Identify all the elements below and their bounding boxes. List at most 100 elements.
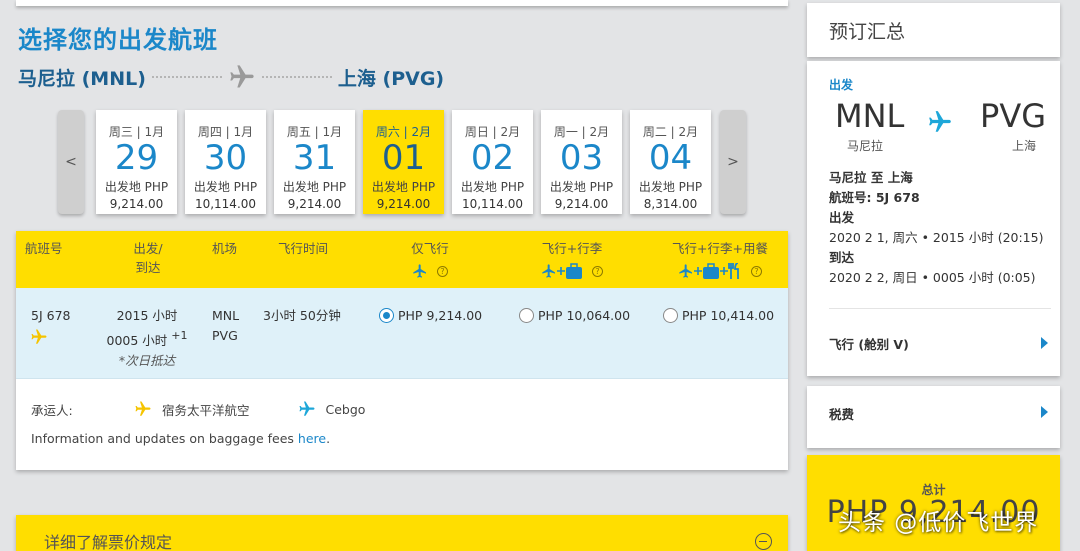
destination-city: 上海 (PVG) <box>337 67 445 90</box>
airport-from: MNL <box>212 308 240 323</box>
carrier-cebgo: Cebgo <box>298 400 366 418</box>
plus-icon <box>720 267 728 275</box>
luggage-icon <box>703 263 719 279</box>
date-weekday: 周三 | 1月 <box>108 125 165 139</box>
date-from-label: 出发地 PHP <box>104 180 169 194</box>
date-price: 10,114.00 <box>461 197 524 211</box>
date-price: 9,214.00 <box>554 197 609 211</box>
summary-header: 预订汇总 <box>807 3 1060 57</box>
date-selector: < 周三 | 1月 29 出发地 PHP 9,214.00 周四 | 1月 30 出发地 P… <box>58 110 746 216</box>
summary-fare-class[interactable]: 飞行 (舱别 V) <box>829 334 909 353</box>
carrier-name: Cebgo <box>325 401 366 417</box>
fare-radio-fly-bag[interactable] <box>519 308 534 323</box>
baggage-text: Information and updates on baggage fees <box>31 431 298 446</box>
date-card[interactable]: 周五 | 1月 31 出发地 PHP 9,214.00 <box>274 110 355 214</box>
header-fare-fly-icons: ? <box>390 263 470 279</box>
header-fare-fly-bag-label: 飞行+行李 <box>541 241 603 256</box>
header-fare-fly-bag: 飞行+行李 ? <box>518 239 626 279</box>
date-from-label: 出发地 PHP <box>638 180 703 194</box>
arrive-day-offset: +1 <box>171 329 188 342</box>
summary-from-city: 马尼拉 <box>847 139 884 153</box>
date-from-label: 出发地 PHP <box>549 180 614 194</box>
info-icon[interactable]: ? <box>592 265 603 277</box>
header-airport: 机场 <box>212 241 238 256</box>
table-row: 5J 678 2015 小时 0005 小时 +1 *次日抵达 MNL PVG … <box>16 288 788 379</box>
summary-flight-number: 航班号: 5J 678 <box>829 190 920 205</box>
cutlery-icon <box>728 263 739 279</box>
date-card[interactable]: 周三 | 1月 29 出发地 PHP 9,214.00 <box>96 110 177 214</box>
chevron-right-icon[interactable] <box>1041 337 1048 349</box>
carrier-name: 宿务太平洋航空 <box>162 402 250 418</box>
summary-arrive-label: 到达 <box>829 250 855 265</box>
date-weekday: 周日 | 2月 <box>464 125 521 139</box>
header-flight-no: 航班号 <box>25 241 63 256</box>
header-depart: 出发/ <box>133 241 163 256</box>
date-day: 29 <box>114 138 159 178</box>
plus-icon <box>557 267 565 275</box>
date-weekday: 周一 | 2月 <box>553 125 610 139</box>
airport-to: PVG <box>212 328 238 343</box>
header-fare-fly-bag-meal-label: 飞行+行李+用餐 <box>672 241 768 256</box>
summary-depart-time: 2020 2 1, 周六 • 2015 小时 (20:15) <box>829 230 1044 245</box>
date-day: 04 <box>648 138 693 178</box>
date-card[interactable]: 周六 | 2月 01 出发地 PHP 9,214.00 <box>363 110 444 214</box>
date-weekday: 周五 | 1月 <box>286 125 343 139</box>
fare-rules-accordion[interactable]: 详细了解票价规定 <box>16 515 788 551</box>
header-fare-fly-bag-meal: 飞行+行李+用餐 ? <box>656 239 784 279</box>
fare-option-fly[interactable]: PHP 9,214.00 <box>379 306 482 326</box>
next-day-note: *次日抵达 <box>118 353 176 368</box>
prev-dates-button[interactable]: < <box>58 110 84 214</box>
booking-summary: 预订汇总 出发 MNL 马尼拉 PVG 上海 马尼拉 至 上海 航班号: 5J … <box>807 3 1060 551</box>
fare-radio-fly-bag-meal[interactable] <box>663 308 678 323</box>
header-depart-arrive: 出发/ 到达 <box>118 239 178 277</box>
arrive-time: 0005 小时 <box>106 333 168 348</box>
date-card[interactable]: 周一 | 2月 03 出发地 PHP 9,214.00 <box>541 110 622 214</box>
origin-city: 马尼拉 (MNL) <box>18 67 146 90</box>
header-fare-fly-bag-meal-icons: ? <box>656 263 784 279</box>
next-dates-button[interactable]: > <box>720 110 746 214</box>
date-day: 02 <box>470 138 515 178</box>
date-card[interactable]: 周四 | 1月 30 出发地 PHP 10,114.00 <box>185 110 266 214</box>
info-icon[interactable]: ? <box>751 265 762 277</box>
airplane-icon <box>679 264 692 278</box>
collapse-icon[interactable] <box>755 533 772 550</box>
luggage-icon <box>566 263 582 279</box>
summary-flight-card: 出发 MNL 马尼拉 PVG 上海 马尼拉 至 上海 航班号: 5J 678 出… <box>807 61 1060 376</box>
date-from-label: 出发地 PHP <box>371 180 436 194</box>
header-fare-fly: 仅飞行 ? <box>390 239 470 279</box>
info-icon[interactable]: ? <box>437 265 448 277</box>
airports: MNL PVG <box>212 306 239 346</box>
summary-departure-label: 出发 <box>829 78 854 92</box>
airplane-icon <box>230 65 254 88</box>
summary-arrive-time: 2020 2 2, 周日 • 0005 小时 (0:05) <box>829 270 1036 285</box>
date-price: 8,314.00 <box>643 197 698 211</box>
summary-route: 马尼拉 至 上海 <box>829 170 913 185</box>
watermark: 头条 @低价飞世界 <box>838 510 1039 536</box>
carrier-label: 承运人: <box>31 402 73 418</box>
date-price: 9,214.00 <box>287 197 342 211</box>
date-card[interactable]: 周二 | 2月 04 出发地 PHP 8,314.00 <box>630 110 711 214</box>
chevron-right-icon[interactable] <box>1041 406 1048 418</box>
page-title: 选择您的出发航班 <box>18 26 218 54</box>
baggage-info: Information and updates on baggage fees … <box>31 431 330 446</box>
header-duration: 飞行时间 <box>278 241 329 256</box>
baggage-link[interactable]: here <box>298 431 326 446</box>
date-weekday: 周六 | 2月 <box>375 125 432 139</box>
date-day: 30 <box>203 138 248 178</box>
plus-icon <box>694 267 702 275</box>
summary-tax-card[interactable]: 税费 <box>807 386 1060 448</box>
fare-radio-fly[interactable] <box>379 308 394 323</box>
date-card[interactable]: 周日 | 2月 02 出发地 PHP 10,114.00 <box>452 110 533 214</box>
airplane-icon <box>31 329 47 344</box>
fare-rules-label: 详细了解票价规定 <box>44 533 173 551</box>
carrier-info: 承运人: 宿务太平洋航空 Cebgo <box>31 399 413 419</box>
date-day: 03 <box>559 138 604 178</box>
baggage-end: . <box>326 431 331 446</box>
date-price: 9,214.00 <box>109 197 164 211</box>
flight-table: 航班号 出发/ 到达 机场 飞行时间 仅飞行 ? 飞行+行李 ? 飞行+行李+用… <box>16 231 788 470</box>
summary-tax-label: 税费 <box>829 407 855 422</box>
summary-to-code: PVG <box>980 97 1046 135</box>
fare-option-fly-bag[interactable]: PHP 10,064.00 <box>519 306 630 326</box>
header-fare-fly-label: 仅飞行 <box>411 241 449 256</box>
fare-option-fly-bag-meal[interactable]: PHP 10,414.00 <box>663 306 774 326</box>
